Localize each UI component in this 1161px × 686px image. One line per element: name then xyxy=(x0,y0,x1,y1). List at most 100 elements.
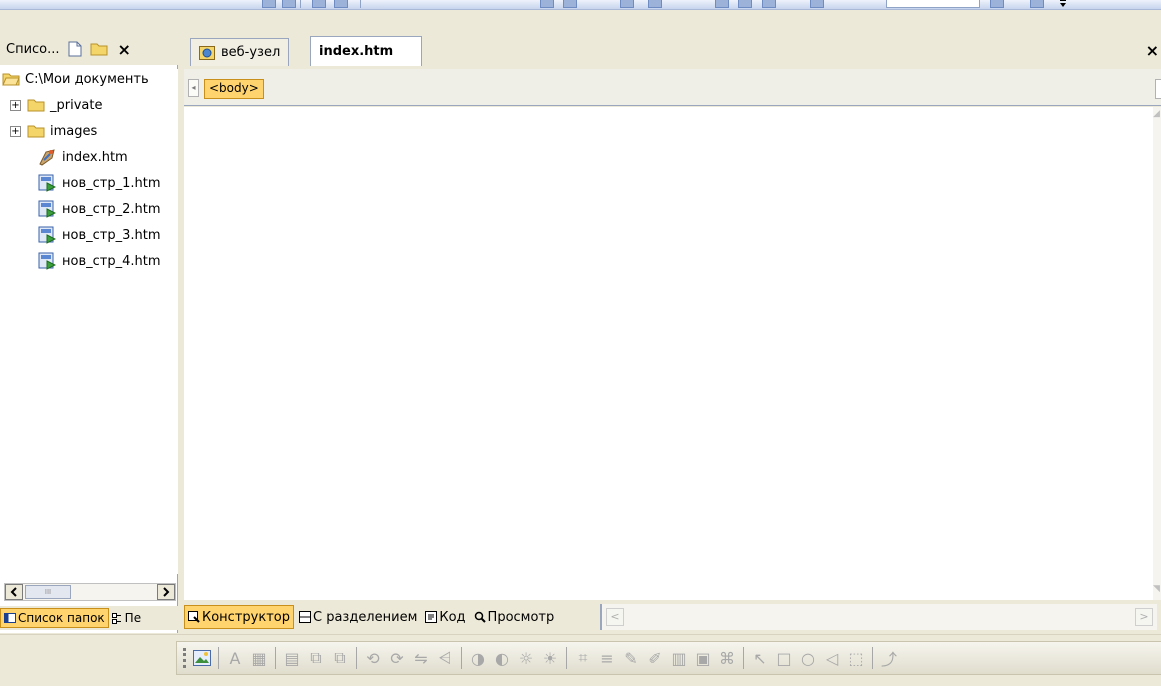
toolbar-overflow-icon[interactable] xyxy=(1058,0,1068,9)
design-horizontal-scrollbar[interactable]: < > xyxy=(600,604,1157,630)
polygon-hotspot-icon[interactable]: ◁ xyxy=(822,648,842,668)
table-insert-icon[interactable] xyxy=(262,0,276,8)
send-backward-icon[interactable]: ⧉ xyxy=(330,648,350,668)
scroll-thumb[interactable]: III xyxy=(25,585,71,599)
tree-label: _private xyxy=(50,97,103,113)
bring-forward-icon[interactable]: ⧉ xyxy=(306,648,326,668)
position-absolute-icon[interactable]: ▤ xyxy=(282,648,302,668)
circle-hotspot-icon[interactable]: ○ xyxy=(798,648,818,668)
select-icon[interactable]: ⌘ xyxy=(717,648,737,668)
quick-tag-body[interactable]: <body> xyxy=(204,79,264,99)
toolbar-separator xyxy=(566,647,567,669)
panel-close-button[interactable]: × xyxy=(118,40,131,59)
new-folder-button[interactable] xyxy=(90,40,108,58)
code-view-icon xyxy=(425,611,438,623)
view-label: Просмотр xyxy=(487,609,555,625)
table-icon[interactable] xyxy=(312,0,326,8)
design-view-button[interactable]: Конструктор xyxy=(184,605,294,629)
tree-label: нов_стр_4.htm xyxy=(62,253,161,269)
less-contrast-icon[interactable]: ◐ xyxy=(492,648,512,668)
split-cells-icon[interactable] xyxy=(620,0,634,8)
tree-item-page-2[interactable]: нов_стр_2.htm xyxy=(38,197,161,221)
design-surface[interactable] xyxy=(184,107,1153,600)
tab-label: Список папок xyxy=(18,611,105,625)
folder-list-panel: Списо... × C:\Мои документь + _private +… xyxy=(0,33,178,633)
text-icon[interactable]: A xyxy=(225,648,245,668)
split-view-button[interactable]: С разделением xyxy=(296,605,420,629)
toolbar-combo[interactable] xyxy=(886,0,980,8)
preview-view-button[interactable]: Просмотр xyxy=(471,605,558,629)
more-brightness-icon[interactable]: ☼ xyxy=(516,648,536,668)
new-page-button[interactable] xyxy=(66,40,84,58)
tree-label: index.htm xyxy=(62,149,128,165)
tab-label: Пе xyxy=(124,611,142,625)
quick-tag-scroll-right[interactable] xyxy=(1155,79,1161,99)
align-cells-icon[interactable] xyxy=(563,0,577,8)
tree-item-page-1[interactable]: нов_стр_1.htm xyxy=(38,171,161,195)
code-view-button[interactable]: Код xyxy=(422,605,468,629)
tree-item-page-3[interactable]: нов_стр_3.htm xyxy=(38,223,161,247)
restore-icon[interactable]: ⤴ xyxy=(879,648,899,669)
home-page-icon xyxy=(39,149,55,166)
crop-icon[interactable]: ⌗ xyxy=(573,648,593,668)
rotate-left-icon[interactable]: ⟲ xyxy=(363,648,383,668)
align-icon[interactable] xyxy=(540,0,554,8)
open-folder-icon xyxy=(2,73,20,86)
less-brightness-icon[interactable]: ☀ xyxy=(540,648,560,668)
more-contrast-icon[interactable]: ◑ xyxy=(468,648,488,668)
toolbar-separator xyxy=(356,647,357,669)
tree-horizontal-scrollbar[interactable]: III xyxy=(4,583,176,601)
rectangle-hotspot-icon[interactable]: □ xyxy=(774,648,794,668)
resample-icon[interactable]: ▣ xyxy=(693,648,713,668)
navigation-icon xyxy=(111,612,121,624)
tree-item-private[interactable]: + _private xyxy=(10,93,102,117)
expand-button[interactable]: + xyxy=(10,125,21,137)
scroll-right-icon[interactable]: > xyxy=(1135,608,1153,626)
tab-label: index.htm xyxy=(319,44,394,59)
tab-website[interactable]: веб-узел xyxy=(190,38,290,66)
scroll-right-button[interactable] xyxy=(157,584,175,600)
toolbar-separator xyxy=(218,647,219,669)
design-view-icon xyxy=(188,611,200,623)
tree-root[interactable]: C:\Мои документь xyxy=(2,69,149,91)
properties-icon[interactable] xyxy=(990,0,1004,8)
tab-index-htm[interactable]: index.htm xyxy=(310,36,422,66)
scroll-down-icon[interactable]: ◥ xyxy=(1153,584,1161,598)
toolbar-separator xyxy=(743,647,744,669)
toolbar-separator xyxy=(275,647,276,669)
expand-button[interactable]: + xyxy=(10,99,21,111)
tree-item-index[interactable]: index.htm xyxy=(38,145,128,169)
tree-item-page-4[interactable]: нов_стр_4.htm xyxy=(38,249,161,273)
rotate-right-icon[interactable]: ⟳ xyxy=(387,648,407,668)
tree-item-images[interactable]: + images xyxy=(10,119,97,143)
flip-horizontal-icon[interactable]: ⇋ xyxy=(411,648,431,668)
tab-navigation[interactable]: Пе xyxy=(109,608,144,628)
table-layout-icon[interactable] xyxy=(282,0,296,8)
table-grid-icon[interactable] xyxy=(334,0,348,8)
flip-vertical-icon[interactable]: ⩤ xyxy=(435,648,455,668)
scroll-left-button[interactable] xyxy=(5,584,23,600)
toolbar-separator xyxy=(461,647,462,669)
color-icon[interactable]: ✐ xyxy=(645,648,665,668)
scroll-left-icon[interactable]: < xyxy=(606,608,624,626)
bevel-icon[interactable]: ▥ xyxy=(669,648,689,668)
auto-thumbnail-icon[interactable]: ▦ xyxy=(249,648,269,668)
toolbar-grip[interactable] xyxy=(183,648,186,668)
line-style-icon[interactable]: ≡ xyxy=(597,648,617,668)
distribute-rows-icon[interactable] xyxy=(715,0,729,8)
tab-folder-list[interactable]: Список папок xyxy=(0,608,109,628)
close-document-button[interactable]: × xyxy=(1146,41,1159,60)
set-transparent-color-icon[interactable]: ✎ xyxy=(621,648,641,668)
quick-tag-scroll-left[interactable]: ◂ xyxy=(188,79,199,97)
options-icon[interactable] xyxy=(1030,0,1044,8)
scroll-up-icon[interactable]: ◢ xyxy=(1153,109,1161,123)
insert-picture-icon[interactable] xyxy=(192,648,212,668)
pointer-icon[interactable]: ↖ xyxy=(750,648,770,668)
autofit-icon[interactable] xyxy=(762,0,776,8)
merge-cells-icon[interactable] xyxy=(648,0,662,8)
design-vertical-scrollbar[interactable]: ◢ ◥ xyxy=(1153,107,1161,600)
html-file-icon xyxy=(38,252,56,270)
fill-color-icon[interactable] xyxy=(810,0,824,8)
highlight-hotspots-icon[interactable]: ⬚ xyxy=(846,648,866,668)
distribute-columns-icon[interactable] xyxy=(738,0,752,8)
